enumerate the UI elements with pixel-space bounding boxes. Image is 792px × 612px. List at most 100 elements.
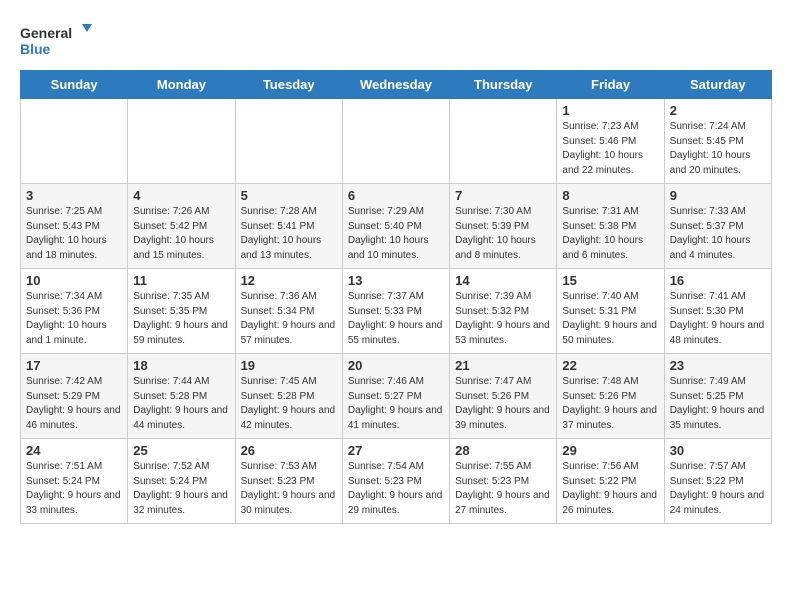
calendar-header-thursday: Thursday	[450, 71, 557, 99]
day-info: Sunrise: 7:39 AM Sunset: 5:32 PM Dayligh…	[455, 290, 551, 348]
day-info: Sunrise: 7:46 AM Sunset: 5:27 PM Dayligh…	[348, 375, 444, 433]
day-number: 27	[348, 443, 444, 458]
logo: GeneralBlue	[20, 20, 100, 60]
calendar-header-sunday: Sunday	[21, 71, 128, 99]
calendar-cell: 2 Sunrise: 7:24 AM Sunset: 5:45 PM Daylig…	[664, 99, 771, 184]
day-info: Sunrise: 7:47 AM Sunset: 5:26 PM Dayligh…	[455, 375, 551, 433]
calendar-cell: 19 Sunrise: 7:45 AM Sunset: 5:28 PM Dayli…	[235, 354, 342, 439]
day-info: Sunrise: 7:31 AM Sunset: 5:38 PM Dayligh…	[562, 205, 658, 263]
day-number: 16	[670, 273, 766, 288]
calendar-header-friday: Friday	[557, 71, 664, 99]
calendar-cell: 5 Sunrise: 7:28 AM Sunset: 5:41 PM Daylig…	[235, 184, 342, 269]
day-info: Sunrise: 7:52 AM Sunset: 5:24 PM Dayligh…	[133, 460, 229, 518]
calendar-cell: 22 Sunrise: 7:48 AM Sunset: 5:26 PM Dayli…	[557, 354, 664, 439]
calendar-cell: 7Sunrise: 7:30 AM Sunset: 5:39 PM Daylig…	[450, 184, 557, 269]
day-number: 22	[562, 358, 658, 373]
calendar-cell: 20 Sunrise: 7:46 AM Sunset: 5:27 PM Dayli…	[342, 354, 449, 439]
day-info: Sunrise: 7:51 AM Sunset: 5:24 PM Dayligh…	[26, 460, 122, 518]
day-number: 8	[562, 188, 658, 203]
day-number: 15	[562, 273, 658, 288]
day-info: Sunrise: 7:44 AM Sunset: 5:28 PM Dayligh…	[133, 375, 229, 433]
day-info: Sunrise: 7:33 AM Sunset: 5:37 PM Dayligh…	[670, 205, 766, 263]
page-header: GeneralBlue	[20, 20, 772, 60]
day-number: 17	[26, 358, 122, 373]
svg-text:Blue: Blue	[20, 41, 51, 57]
day-number: 25	[133, 443, 229, 458]
calendar-cell: 17 Sunrise: 7:42 AM Sunset: 5:29 PM Dayli…	[21, 354, 128, 439]
day-info: Sunrise: 7:24 AM Sunset: 5:45 PM Dayligh…	[670, 120, 766, 178]
day-info: Sunrise: 7:45 AM Sunset: 5:28 PM Dayligh…	[241, 375, 337, 433]
calendar-header-wednesday: Wednesday	[342, 71, 449, 99]
calendar-week-row: 17 Sunrise: 7:42 AM Sunset: 5:29 PM Dayli…	[21, 354, 772, 439]
calendar-cell: 1Sunrise: 7:23 AM Sunset: 5:46 PM Daylig…	[557, 99, 664, 184]
day-info: Sunrise: 7:25 AM Sunset: 5:43 PM Dayligh…	[26, 205, 122, 263]
calendar-cell: 23 Sunrise: 7:49 AM Sunset: 5:25 PM Dayli…	[664, 354, 771, 439]
day-number: 23	[670, 358, 766, 373]
calendar-cell	[21, 99, 128, 184]
day-number: 5	[241, 188, 337, 203]
day-info: Sunrise: 7:48 AM Sunset: 5:26 PM Dayligh…	[562, 375, 658, 433]
day-number: 7	[455, 188, 551, 203]
day-info: Sunrise: 7:56 AM Sunset: 5:22 PM Dayligh…	[562, 460, 658, 518]
day-info: Sunrise: 7:29 AM Sunset: 5:40 PM Dayligh…	[348, 205, 444, 263]
calendar-cell: 13 Sunrise: 7:37 AM Sunset: 5:33 PM Dayli…	[342, 269, 449, 354]
day-number: 19	[241, 358, 337, 373]
calendar-cell: 27 Sunrise: 7:54 AM Sunset: 5:23 PM Dayli…	[342, 439, 449, 524]
day-info: Sunrise: 7:37 AM Sunset: 5:33 PM Dayligh…	[348, 290, 444, 348]
calendar-week-row: 24 Sunrise: 7:51 AM Sunset: 5:24 PM Dayli…	[21, 439, 772, 524]
calendar-header-row: SundayMondayTuesdayWednesdayThursdayFrid…	[21, 71, 772, 99]
calendar-cell: 10 Sunrise: 7:34 AM Sunset: 5:36 PM Dayli…	[21, 269, 128, 354]
calendar-week-row: 10 Sunrise: 7:34 AM Sunset: 5:36 PM Dayli…	[21, 269, 772, 354]
day-number: 20	[348, 358, 444, 373]
day-number: 13	[348, 273, 444, 288]
calendar-cell: 12 Sunrise: 7:36 AM Sunset: 5:34 PM Dayli…	[235, 269, 342, 354]
day-info: Sunrise: 7:40 AM Sunset: 5:31 PM Dayligh…	[562, 290, 658, 348]
day-number: 2	[670, 103, 766, 118]
day-info: Sunrise: 7:42 AM Sunset: 5:29 PM Dayligh…	[26, 375, 122, 433]
day-number: 18	[133, 358, 229, 373]
logo-svg: GeneralBlue	[20, 20, 100, 60]
calendar-cell: 15 Sunrise: 7:40 AM Sunset: 5:31 PM Dayli…	[557, 269, 664, 354]
day-info: Sunrise: 7:49 AM Sunset: 5:25 PM Dayligh…	[670, 375, 766, 433]
day-number: 11	[133, 273, 229, 288]
day-number: 4	[133, 188, 229, 203]
day-info: Sunrise: 7:34 AM Sunset: 5:36 PM Dayligh…	[26, 290, 122, 348]
calendar-cell: 3 Sunrise: 7:25 AM Sunset: 5:43 PM Daylig…	[21, 184, 128, 269]
day-info: Sunrise: 7:36 AM Sunset: 5:34 PM Dayligh…	[241, 290, 337, 348]
day-number: 28	[455, 443, 551, 458]
calendar-week-row: 3 Sunrise: 7:25 AM Sunset: 5:43 PM Daylig…	[21, 184, 772, 269]
calendar-cell: 25 Sunrise: 7:52 AM Sunset: 5:24 PM Dayli…	[128, 439, 235, 524]
calendar-table: SundayMondayTuesdayWednesdayThursdayFrid…	[20, 70, 772, 524]
day-info: Sunrise: 7:54 AM Sunset: 5:23 PM Dayligh…	[348, 460, 444, 518]
calendar-cell: 30Sunrise: 7:57 AM Sunset: 5:22 PM Dayli…	[664, 439, 771, 524]
calendar-cell	[128, 99, 235, 184]
day-info: Sunrise: 7:23 AM Sunset: 5:46 PM Dayligh…	[562, 120, 658, 178]
day-number: 29	[562, 443, 658, 458]
calendar-cell: 16 Sunrise: 7:41 AM Sunset: 5:30 PM Dayli…	[664, 269, 771, 354]
day-info: Sunrise: 7:57 AM Sunset: 5:22 PM Dayligh…	[670, 460, 766, 518]
day-info: Sunrise: 7:41 AM Sunset: 5:30 PM Dayligh…	[670, 290, 766, 348]
day-number: 24	[26, 443, 122, 458]
day-number: 3	[26, 188, 122, 203]
calendar-cell: 9Sunrise: 7:33 AM Sunset: 5:37 PM Daylig…	[664, 184, 771, 269]
day-number: 14	[455, 273, 551, 288]
calendar-cell: 28Sunrise: 7:55 AM Sunset: 5:23 PM Dayli…	[450, 439, 557, 524]
calendar-cell: 14 Sunrise: 7:39 AM Sunset: 5:32 PM Dayli…	[450, 269, 557, 354]
calendar-cell: 21Sunrise: 7:47 AM Sunset: 5:26 PM Dayli…	[450, 354, 557, 439]
day-number: 10	[26, 273, 122, 288]
calendar-cell: 18 Sunrise: 7:44 AM Sunset: 5:28 PM Dayli…	[128, 354, 235, 439]
calendar-cell	[235, 99, 342, 184]
calendar-header-monday: Monday	[128, 71, 235, 99]
day-info: Sunrise: 7:53 AM Sunset: 5:23 PM Dayligh…	[241, 460, 337, 518]
calendar-cell: 26 Sunrise: 7:53 AM Sunset: 5:23 PM Dayli…	[235, 439, 342, 524]
day-info: Sunrise: 7:35 AM Sunset: 5:35 PM Dayligh…	[133, 290, 229, 348]
svg-text:General: General	[20, 25, 72, 41]
calendar-cell: 24 Sunrise: 7:51 AM Sunset: 5:24 PM Dayli…	[21, 439, 128, 524]
calendar-cell: 11 Sunrise: 7:35 AM Sunset: 5:35 PM Dayli…	[128, 269, 235, 354]
day-info: Sunrise: 7:28 AM Sunset: 5:41 PM Dayligh…	[241, 205, 337, 263]
day-number: 12	[241, 273, 337, 288]
calendar-cell: 6 Sunrise: 7:29 AM Sunset: 5:40 PM Daylig…	[342, 184, 449, 269]
day-info: Sunrise: 7:26 AM Sunset: 5:42 PM Dayligh…	[133, 205, 229, 263]
day-number: 26	[241, 443, 337, 458]
day-number: 6	[348, 188, 444, 203]
